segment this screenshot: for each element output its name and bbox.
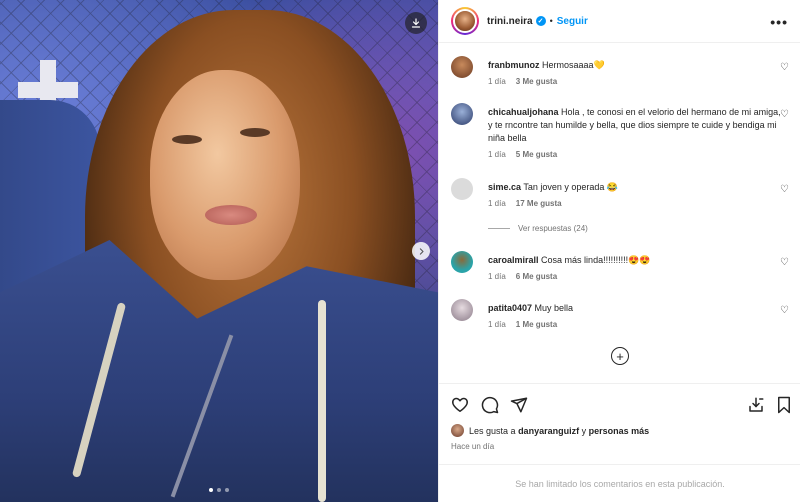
post-header: trini.neira ✓ • Seguir •••: [439, 0, 800, 43]
comment-text: chicahualjohana Hola , te conosi en el v…: [488, 106, 783, 145]
carousel-dot[interactable]: [225, 488, 229, 492]
comments-limited-notice: Se han limitado los comentarios en esta …: [439, 464, 800, 502]
commenter-avatar[interactable]: [451, 178, 473, 200]
carousel-dot[interactable]: [209, 488, 213, 492]
comment-body: Tan joven y operada 😂: [523, 182, 619, 192]
comment-likes[interactable]: 17 Me gusta: [516, 199, 562, 208]
author-username[interactable]: trini.neira: [487, 16, 533, 27]
comment-time[interactable]: 1 día: [488, 320, 506, 329]
photo-drawstring-right: [318, 300, 326, 502]
comment-time[interactable]: 1 día: [488, 77, 506, 86]
comment-time[interactable]: 1 día: [488, 272, 506, 281]
header-separator: •: [549, 16, 553, 26]
comment-likes[interactable]: 5 Me gusta: [516, 150, 557, 159]
author-avatar[interactable]: [451, 7, 479, 35]
share-paper-plane-icon[interactable]: [510, 396, 528, 414]
heart-icon[interactable]: ♡: [780, 62, 789, 73]
photo-eye-left: [172, 135, 202, 144]
comment-bubble-icon[interactable]: [481, 396, 499, 414]
photo-lips: [205, 205, 257, 225]
liker-avatar[interactable]: [451, 424, 464, 437]
carousel-dot[interactable]: [217, 488, 221, 492]
download-button[interactable]: [405, 12, 427, 34]
likes-prefix: Les gusta a: [469, 425, 516, 436]
commenter-avatar[interactable]: [451, 103, 473, 125]
comment-meta: 1 día 1 Me gusta: [488, 320, 567, 329]
post-details-panel: trini.neira ✓ • Seguir ••• franbmunoz He…: [438, 0, 800, 502]
comment-body: Muy bella: [534, 303, 574, 313]
commenter-avatar[interactable]: [451, 251, 473, 273]
likes-summary: Les gusta a danyaranguizf y personas más: [451, 424, 649, 437]
save-to-collection-icon[interactable]: [747, 396, 765, 414]
commenter-username[interactable]: sime.ca: [488, 182, 521, 192]
comment-time[interactable]: 1 día: [488, 199, 506, 208]
commenter-username[interactable]: franbmunoz: [488, 60, 540, 70]
commenter-avatar[interactable]: [451, 299, 473, 321]
like-heart-icon[interactable]: [451, 396, 469, 413]
chevron-right-icon: [419, 247, 424, 255]
comment-meta: 1 día 5 Me gusta: [488, 150, 567, 159]
post-photo[interactable]: [0, 0, 438, 502]
comment-meta: 1 día 6 Me gusta: [488, 272, 567, 281]
photo-face: [150, 70, 300, 280]
comment-likes[interactable]: 6 Me gusta: [516, 272, 557, 281]
load-more-comments-icon[interactable]: +: [611, 347, 629, 365]
post-actions-bar: [439, 383, 800, 423]
carousel-dots: [0, 488, 438, 492]
commenter-avatar[interactable]: [451, 56, 473, 78]
download-icon: [411, 18, 421, 28]
bookmark-icon[interactable]: [776, 396, 792, 414]
follow-button[interactable]: Seguir: [557, 16, 588, 27]
post-timestamp[interactable]: Hace un día: [451, 442, 494, 451]
comment-meta: 1 día 3 Me gusta: [488, 77, 567, 86]
likes-others-link[interactable]: personas más: [589, 426, 650, 436]
comment-text: caroalmirall Cosa más linda!!!!!!!!!!😍😍: [488, 254, 783, 267]
more-options-icon[interactable]: •••: [770, 14, 788, 30]
commenter-username[interactable]: caroalmirall: [488, 255, 539, 265]
photo-eye-right: [240, 128, 270, 137]
comment-body: Hermosaaaa💛: [542, 60, 605, 70]
comment-time[interactable]: 1 día: [488, 150, 506, 159]
commenter-username[interactable]: patita0407: [488, 303, 532, 313]
heart-icon[interactable]: ♡: [780, 109, 789, 120]
verified-badge-icon: ✓: [535, 16, 546, 26]
comment-meta: 1 día 17 Me gusta: [488, 199, 572, 208]
commenter-username[interactable]: chicahualjohana: [488, 107, 559, 117]
heart-icon[interactable]: ♡: [780, 305, 789, 316]
liker-username[interactable]: danyaranguizf: [518, 426, 579, 436]
comments-list: franbmunoz Hermosaaaa💛 1 día 3 Me gusta ♡…: [439, 43, 800, 383]
likes-conjunction: y: [581, 425, 587, 436]
heart-icon[interactable]: ♡: [780, 184, 789, 195]
carousel-next-button[interactable]: [412, 242, 430, 260]
comment-text: patita0407 Muy bella: [488, 302, 783, 315]
comment-text: sime.ca Tan joven y operada 😂: [488, 181, 783, 194]
view-replies-button[interactable]: Ver respuestas (24): [488, 224, 588, 233]
comment-likes[interactable]: 1 Me gusta: [516, 320, 557, 329]
heart-icon[interactable]: ♡: [780, 257, 789, 268]
comment-text: franbmunoz Hermosaaaa💛: [488, 59, 783, 72]
comment-body: Cosa más linda!!!!!!!!!!😍😍: [541, 255, 651, 265]
comment-likes[interactable]: 3 Me gusta: [516, 77, 557, 86]
